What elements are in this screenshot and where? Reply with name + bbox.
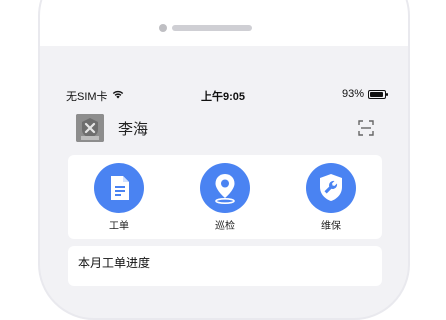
scan-icon[interactable]: [358, 120, 374, 136]
username: 李海: [118, 121, 149, 138]
location-pin-icon: [200, 163, 250, 213]
phone-bezel-top: [40, 0, 408, 46]
action-label: 维保: [321, 221, 341, 232]
avatar-tools-icon: [76, 114, 104, 142]
status-bar: 无SIM卡 上午9:05 93%: [60, 88, 388, 104]
quick-actions-card: 工单 巡检 维保: [68, 155, 382, 239]
document-icon: [94, 163, 144, 213]
battery-percent: 93%: [341, 88, 364, 100]
action-inspection[interactable]: 巡检: [190, 163, 260, 232]
section-title: 本月工单进度: [78, 256, 151, 270]
action-work-order[interactable]: 工单: [84, 163, 154, 232]
battery-icon: [368, 89, 388, 99]
wrench-shield-icon: [306, 163, 356, 213]
action-label: 巡检: [215, 221, 235, 232]
profile-header: 李海: [66, 110, 384, 152]
status-time: 上午9:05: [200, 91, 246, 103]
action-label: 工单: [109, 221, 129, 232]
progress-card: 本月工单进度: [68, 246, 382, 286]
avatar[interactable]: [76, 114, 104, 142]
action-maintenance[interactable]: 维保: [296, 163, 366, 232]
battery-level: [370, 91, 384, 97]
speaker-slot: [172, 25, 252, 31]
camera-dot: [159, 24, 167, 32]
status-right: 93%: [341, 88, 388, 100]
